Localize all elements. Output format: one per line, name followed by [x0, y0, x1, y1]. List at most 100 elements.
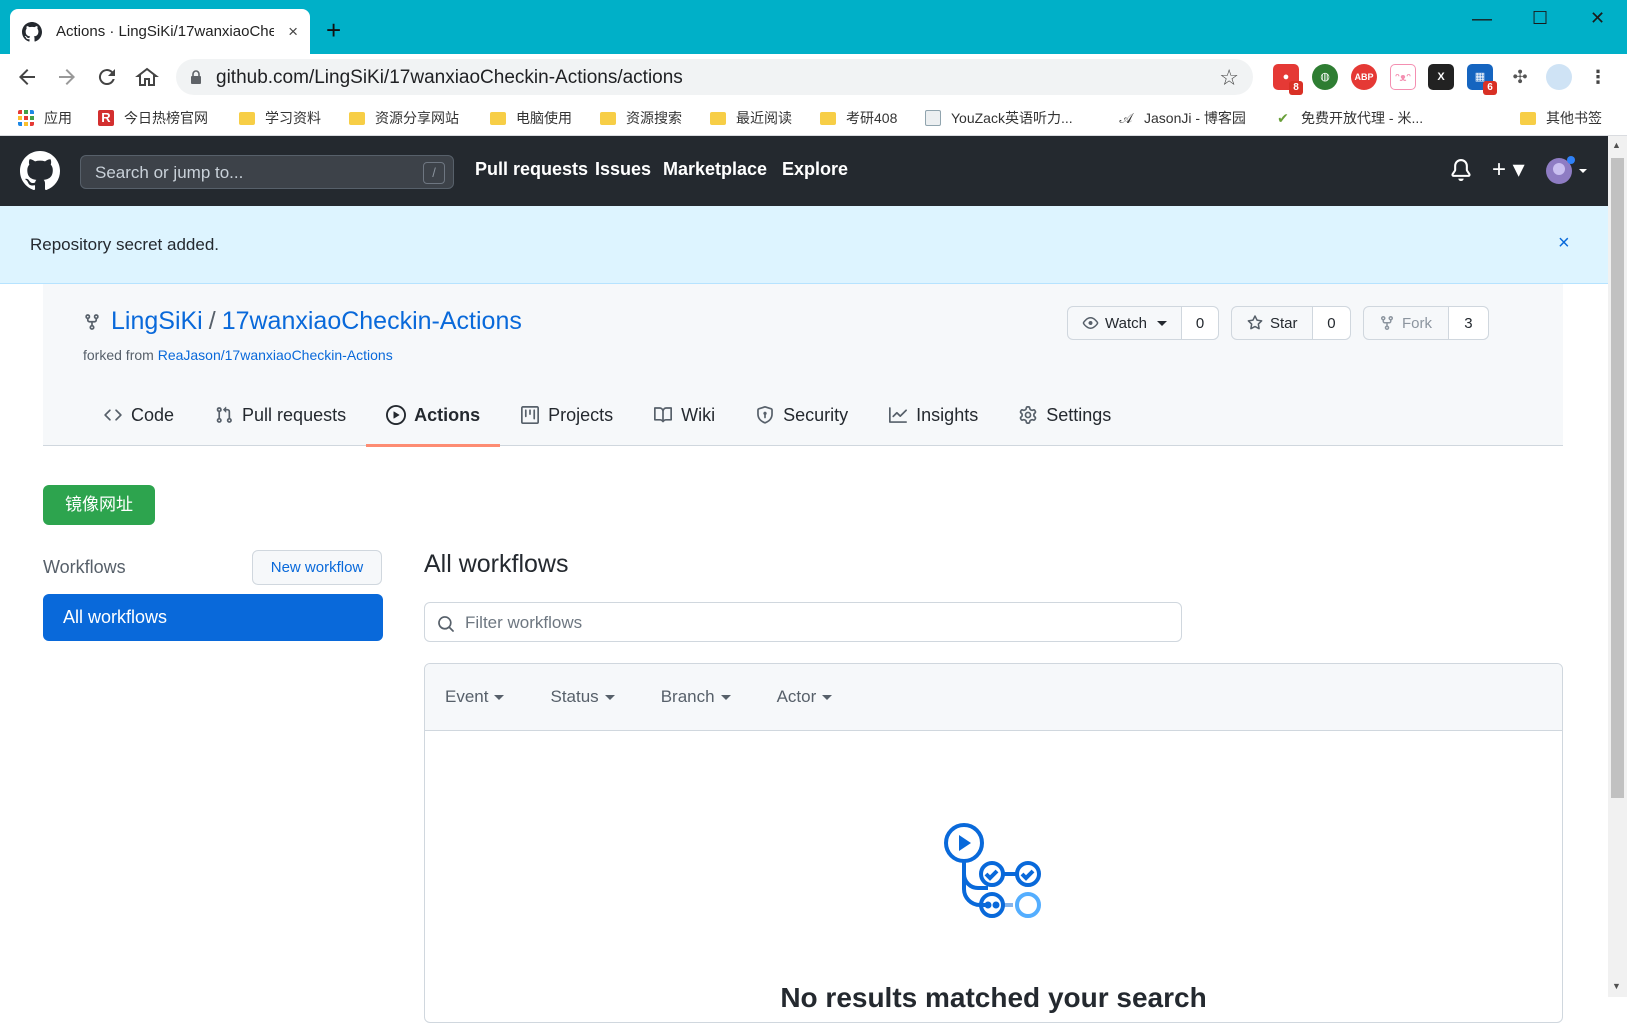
browser-menu-icon[interactable]: ⋮	[1585, 64, 1611, 90]
status-filter-dropdown[interactable]: Status	[550, 687, 615, 707]
bookmark-item[interactable]: ✔ 免费开放代理 - 米...	[1275, 108, 1423, 128]
bookmark-folder[interactable]: 资源分享网站	[349, 108, 459, 128]
graph-icon	[889, 407, 908, 423]
scroll-up-arrow-icon[interactable]: ▲	[1612, 140, 1621, 150]
scrollbar-thumb[interactable]	[1611, 158, 1624, 798]
search-icon	[438, 616, 454, 632]
bookmark-folder[interactable]: 最近阅读	[710, 108, 792, 128]
flash-text: Repository secret added.	[30, 235, 219, 254]
profile-avatar-icon[interactable]	[1546, 64, 1572, 90]
github-logo-icon[interactable]	[20, 151, 60, 191]
page-scrollbar[interactable]: ▲ ▼	[1608, 136, 1627, 997]
github-search-input[interactable]: Search or jump to... /	[80, 155, 454, 189]
extension-globe-icon[interactable]: ◍	[1312, 64, 1338, 90]
shield-icon	[757, 406, 774, 424]
branch-filter-dropdown[interactable]: Branch	[661, 687, 731, 707]
tab-code[interactable]: Code	[83, 384, 194, 446]
tab-actions[interactable]: Actions	[366, 384, 501, 447]
extensions-puzzle-icon[interactable]: ✣	[1507, 64, 1533, 90]
create-new-plus-icon[interactable]: + ▾	[1492, 158, 1525, 182]
tab-pull-requests[interactable]: Pull requests	[194, 384, 366, 446]
folder-icon	[490, 111, 506, 125]
back-arrow-icon[interactable]	[15, 65, 39, 89]
star-count[interactable]: 0	[1312, 307, 1350, 339]
repo-name-link[interactable]: 17wanxiaoCheckin-Actions	[222, 307, 522, 336]
tab-close-icon[interactable]: ×	[288, 22, 298, 42]
nav-explore[interactable]: Explore	[782, 159, 848, 180]
window-close-button[interactable]: ✕	[1590, 8, 1605, 29]
filter-label: Branch	[660, 687, 715, 706]
bookmark-label: JasonJi - 博客园	[1144, 110, 1246, 126]
nav-issues[interactable]: Issues	[595, 159, 651, 180]
tab-wiki[interactable]: Wiki	[633, 384, 735, 446]
new-workflow-button[interactable]: New workflow	[252, 550, 382, 585]
bookmark-label: 电脑使用	[516, 110, 572, 126]
star-button[interactable]: Star	[1232, 307, 1313, 339]
minimize-button[interactable]: —	[1472, 8, 1492, 31]
bookmark-label: 学习资料	[265, 110, 321, 126]
page-icon	[925, 110, 941, 126]
empty-state-message: No results matched your search	[780, 982, 1207, 1013]
browser-tab[interactable]: Actions · LingSiKi/17wanxiaoCheckin-Acti…	[10, 9, 310, 54]
forward-arrow-icon[interactable]	[55, 65, 79, 89]
watch-count[interactable]: 0	[1182, 307, 1218, 339]
workflow-blankslate-icon	[944, 823, 1041, 918]
fork-count[interactable]: 3	[1448, 307, 1488, 339]
caret-down-icon	[720, 694, 731, 700]
tab-insights[interactable]: Insights	[868, 384, 998, 446]
tab-settings[interactable]: Settings	[998, 384, 1131, 446]
tab-security[interactable]: Security	[735, 384, 868, 446]
forked-from-link[interactable]: ReaJason/17wanxiaoCheckin-Actions	[158, 347, 393, 363]
bookmark-folder[interactable]: 电脑使用	[490, 108, 572, 128]
site-icon: ✔	[1277, 110, 1289, 126]
forked-prefix: forked from	[83, 347, 158, 363]
filter-label: Actor	[776, 687, 817, 706]
folder-icon	[1520, 111, 1536, 125]
caret-down-icon	[494, 694, 505, 700]
tab-projects[interactable]: Projects	[500, 384, 633, 446]
fork-button[interactable]: Fork	[1364, 307, 1449, 339]
extension-1-icon[interactable]: ● 8	[1273, 64, 1303, 95]
bookmark-folder[interactable]: 考研408	[820, 108, 897, 128]
nav-marketplace[interactable]: Marketplace	[663, 159, 767, 180]
event-filter-dropdown[interactable]: Event	[445, 687, 505, 707]
bookmark-folder[interactable]: 学习资料	[239, 108, 321, 128]
bookmark-folder[interactable]: 资源搜索	[600, 108, 682, 128]
extension-cat-icon[interactable]: ᵔᴥᵔ	[1390, 64, 1416, 90]
address-bar[interactable]: github.com/LingSiKi/17wanxiaoCheckin-Act…	[176, 59, 1253, 95]
extension-x-icon[interactable]: X	[1428, 64, 1454, 90]
reload-icon[interactable]	[95, 65, 119, 89]
maximize-button[interactable]: ☐	[1532, 8, 1548, 29]
pull-request-icon	[216, 406, 232, 423]
scroll-down-arrow-icon[interactable]: ▼	[1612, 981, 1621, 991]
eye-icon	[1082, 317, 1099, 329]
project-icon	[521, 406, 540, 424]
bookmark-apps[interactable]: 应用	[18, 108, 72, 128]
bookmark-item[interactable]: R 今日热榜官网	[98, 108, 208, 128]
filter-workflows-input[interactable]: Filter workflows	[424, 602, 1182, 642]
page-title: All workflows	[424, 550, 569, 578]
adblock-plus-icon[interactable]: ABP	[1351, 64, 1377, 90]
actor-filter-dropdown[interactable]: Actor	[777, 687, 833, 707]
tab-label: Security	[783, 404, 849, 425]
bookmark-item[interactable]: YouZack英语听力...	[925, 108, 1073, 128]
url-text: github.com/LingSiKi/17wanxiaoCheckin-Act…	[216, 67, 683, 88]
home-icon[interactable]	[135, 65, 159, 89]
mirror-url-button[interactable]: 镜像网址	[43, 485, 155, 525]
notifications-bell-icon[interactable]	[1450, 158, 1472, 182]
github-favicon-icon	[22, 21, 42, 42]
extension-5-icon[interactable]: ▦ 6	[1467, 64, 1497, 95]
repo-owner-link[interactable]: LingSiKi	[111, 307, 203, 336]
bookmark-star-icon[interactable]: ☆	[1219, 65, 1239, 91]
sidebar-item-all-workflows[interactable]: All workflows	[43, 594, 383, 641]
bookmark-folder-other[interactable]: 其他书签	[1520, 108, 1602, 128]
user-avatar[interactable]	[1545, 156, 1589, 186]
watch-button[interactable]: Watch	[1068, 307, 1182, 339]
repo-header: LingSiKi / 17wanxiaoCheckin-Actions fork…	[43, 284, 1563, 447]
bookmark-item[interactable]: 𝒜 JasonJi - 博客园	[1118, 108, 1246, 128]
repo-forked-icon	[85, 313, 99, 330]
new-tab-button[interactable]: +	[326, 17, 341, 43]
nav-pull-requests[interactable]: Pull requests	[475, 159, 588, 180]
flash-close-icon[interactable]: ×	[1558, 232, 1570, 255]
bookmark-label: 资源分享网站	[375, 110, 459, 126]
